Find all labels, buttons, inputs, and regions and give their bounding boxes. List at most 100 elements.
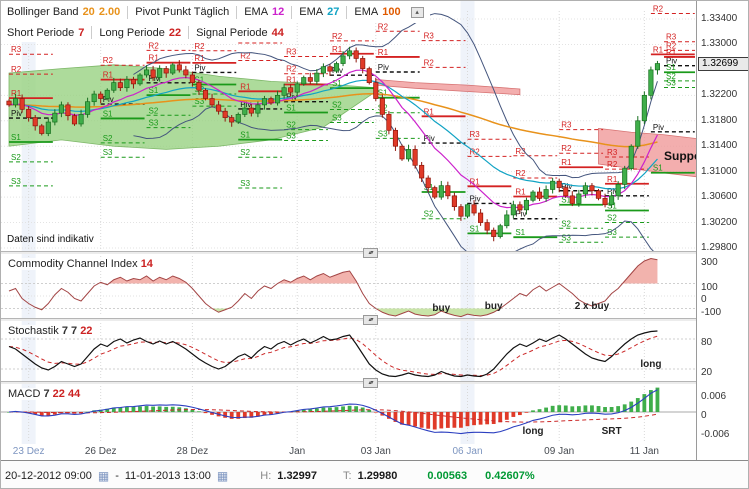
- panel-param: 7: [43, 388, 50, 400]
- svg-text:Piv: Piv: [11, 109, 22, 118]
- axis-label: 0: [701, 410, 707, 421]
- stochastic-panel-canvas[interactable]: long: [1, 321, 696, 381]
- date-to[interactable]: 11-01-2013 13:00: [125, 470, 211, 482]
- change-percent: 0.42607%: [485, 469, 535, 482]
- svg-text:R2: R2: [332, 32, 343, 41]
- svg-text:R3: R3: [666, 33, 677, 42]
- svg-text:R3: R3: [561, 121, 572, 130]
- indicator-name: EMA: [299, 6, 324, 18]
- svg-text:R3: R3: [607, 148, 618, 157]
- svg-text:S3: S3: [286, 131, 296, 140]
- indicator-toolbar: Bollinger Band 20 2.00 Pivot Punkt Täglich E…: [1, 1, 430, 23]
- cci-panel-label: Commodity Channel Index 14: [5, 258, 156, 270]
- calendar-icon[interactable]: ▦: [217, 470, 228, 482]
- svg-text:S1: S1: [666, 63, 676, 72]
- svg-text:R3: R3: [470, 130, 481, 139]
- svg-text:S2: S2: [607, 214, 617, 223]
- svg-text:S1: S1: [515, 228, 525, 237]
- panel-resize-handle[interactable]: ▴▾: [363, 248, 378, 258]
- x-axis-label: 09 Jan: [544, 446, 575, 457]
- svg-text:R1: R1: [332, 45, 343, 54]
- svg-text:R2: R2: [378, 22, 389, 31]
- svg-text:S3: S3: [240, 179, 250, 188]
- x-axis-label: 28 Dez: [176, 446, 209, 457]
- svg-text:R2: R2: [561, 144, 572, 153]
- svg-text:R1: R1: [240, 82, 251, 91]
- svg-text:R1: R1: [561, 158, 572, 167]
- panel-resize-handle[interactable]: ▴▾: [363, 378, 378, 388]
- svg-text:SRT: SRT: [602, 426, 622, 437]
- oscillator-setting[interactable]: Long Periode 22: [99, 27, 181, 39]
- indicator-name: EMA: [244, 6, 269, 18]
- axis-label: 1.31400: [701, 140, 738, 152]
- indicator-param: 12: [272, 6, 285, 18]
- svg-text:R1: R1: [103, 71, 114, 80]
- panel-title: MACD: [8, 388, 41, 400]
- svg-text:R2: R2: [666, 41, 677, 50]
- svg-text:S3: S3: [378, 129, 388, 138]
- macd-panel-label: MACD 7 22 44: [5, 388, 84, 400]
- svg-text:S1: S1: [240, 131, 250, 140]
- svg-text:R2: R2: [424, 58, 435, 67]
- svg-text:Piv: Piv: [653, 123, 664, 132]
- indicator-name: EMA: [354, 6, 379, 18]
- indicator-legend[interactable]: EMA 100: [354, 6, 400, 18]
- svg-text:S3: S3: [561, 233, 571, 242]
- panel-param: 22: [52, 388, 65, 400]
- svg-text:R2: R2: [286, 65, 297, 74]
- panel-param: 14: [140, 258, 153, 270]
- toolbar-separator: [346, 5, 348, 19]
- svg-text:R3: R3: [424, 32, 435, 41]
- svg-text:S3: S3: [666, 78, 676, 87]
- axis-label: 1.33000: [701, 38, 738, 50]
- svg-text:Piv: Piv: [470, 194, 481, 203]
- svg-text:R2: R2: [194, 42, 205, 51]
- axis-label: 20: [701, 367, 713, 378]
- change-value: 0.00563: [427, 469, 468, 482]
- setting-value: 22: [168, 26, 182, 39]
- current-price-tag: 1.32699: [698, 56, 748, 71]
- macd-panel-canvas[interactable]: long SRT: [1, 384, 696, 444]
- svg-text:R1: R1: [653, 45, 664, 54]
- toolbar-separator: [188, 26, 190, 39]
- calendar-icon[interactable]: ▦: [98, 470, 109, 482]
- axis-label: -0.006: [701, 429, 730, 441]
- toolbar-separator: [236, 5, 238, 19]
- panel-title: Commodity Channel Index: [8, 258, 138, 270]
- setting-name: Short Periode: [7, 26, 75, 39]
- svg-text:R2: R2: [103, 56, 114, 65]
- x-axis-label: 03 Jan: [360, 446, 391, 457]
- svg-text:S2: S2: [424, 210, 434, 219]
- svg-text:R1: R1: [11, 89, 22, 98]
- chart-annotation: Daten sind indikativ: [7, 234, 94, 245]
- svg-text:Piv: Piv: [194, 63, 205, 72]
- setting-name: Long Periode: [99, 26, 165, 39]
- panel-param: 7: [71, 325, 78, 337]
- date-from[interactable]: 20-12-2012 09:00: [5, 470, 92, 482]
- stochastic-panel-label: Stochastik 7 7 22: [5, 325, 96, 337]
- indicator-legend[interactable]: Bollinger Band 20 2.00: [7, 6, 120, 18]
- oscillator-setting[interactable]: Short Periode 7: [7, 27, 84, 39]
- svg-text:S2: S2: [561, 219, 571, 228]
- indicator-param: 2.00: [98, 6, 121, 18]
- indicator-legend[interactable]: EMA 27: [299, 6, 339, 18]
- axis-label: 300: [701, 256, 718, 268]
- setting-name: Signal Periode: [196, 26, 268, 39]
- date-range-separator: -: [115, 469, 119, 482]
- axis-label: 1.29800: [701, 242, 738, 253]
- svg-text:R1: R1: [286, 76, 297, 85]
- svg-text:2 x buy: 2 x buy: [575, 301, 610, 312]
- svg-text:R2: R2: [607, 160, 618, 169]
- svg-text:S3: S3: [332, 113, 342, 122]
- setting-value: 44: [271, 26, 284, 39]
- panel-resize-handle[interactable]: ▴▾: [363, 315, 378, 325]
- oscillator-setting[interactable]: Signal Periode 44: [196, 27, 284, 39]
- svg-text:R1: R1: [515, 187, 526, 196]
- svg-text:R2: R2: [653, 4, 664, 13]
- indicator-param: 27: [327, 6, 340, 18]
- indicator-legend[interactable]: Pivot Punkt Täglich: [135, 6, 229, 18]
- indicator-legend[interactable]: EMA 12: [244, 6, 284, 18]
- svg-text:R2: R2: [515, 169, 526, 178]
- axis-label: 1.33400: [701, 13, 738, 24]
- collapse-chart-button[interactable]: ▴: [410, 6, 424, 18]
